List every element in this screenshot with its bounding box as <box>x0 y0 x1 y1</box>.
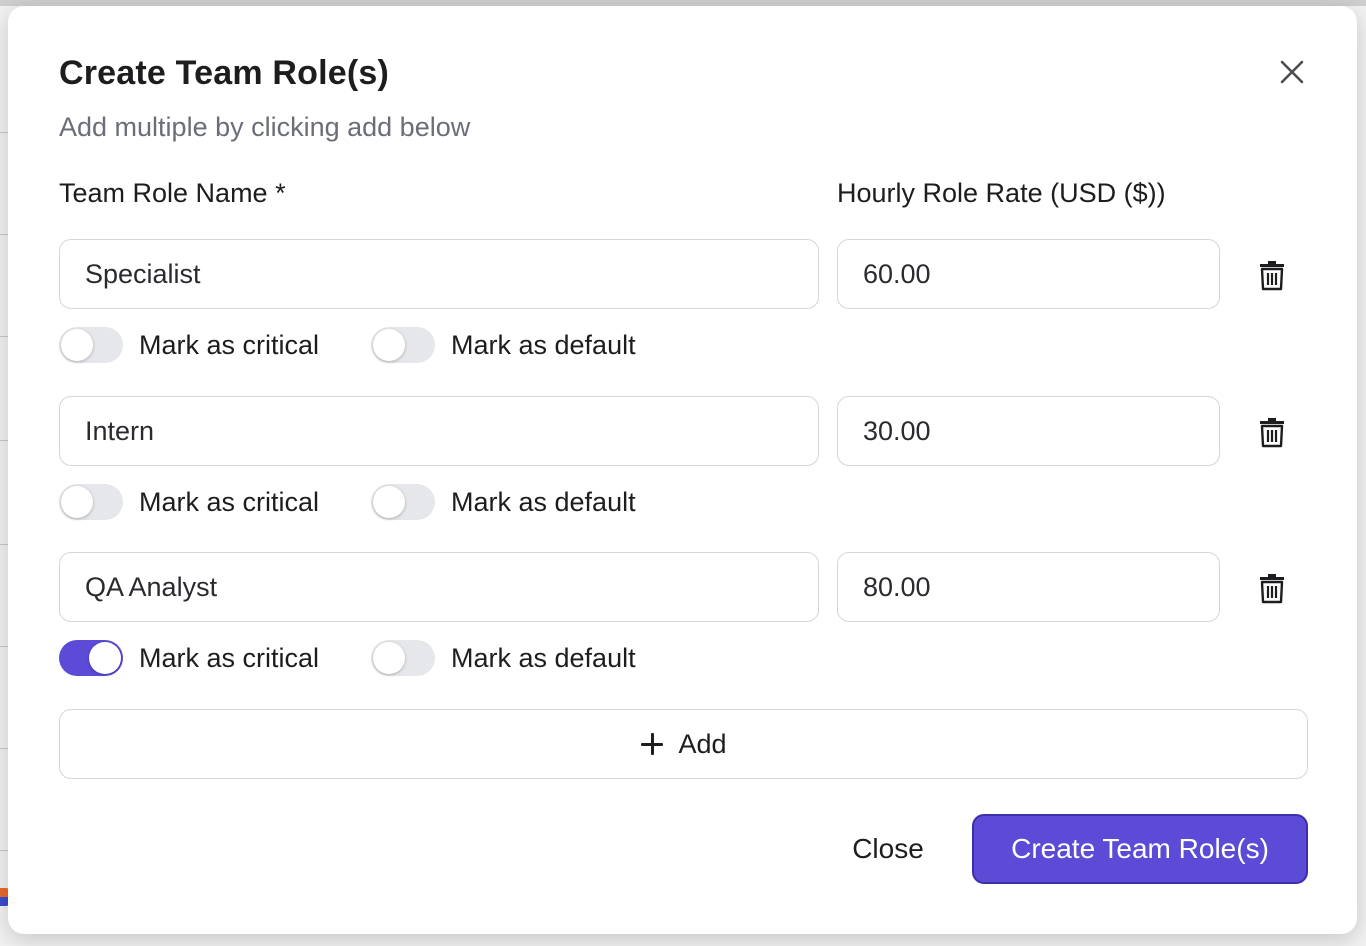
role-row: QA Analyst 80.00 Mark as critical Mark a… <box>8 552 1357 692</box>
toggle-knob <box>89 642 121 674</box>
create-team-role-modal: Create Team Role(s) Add multiple by clic… <box>8 6 1357 934</box>
toggle-knob <box>373 642 405 674</box>
trash-icon[interactable] <box>1258 416 1286 448</box>
plus-icon <box>640 732 664 756</box>
critical-toggle-label: Mark as critical <box>139 643 320 673</box>
default-toggle[interactable] <box>371 640 435 676</box>
default-toggle[interactable] <box>371 327 435 363</box>
role-name-input[interactable]: Intern <box>59 396 819 466</box>
critical-toggle[interactable] <box>59 327 123 363</box>
hourly-rate-label: Hourly Role Rate (USD ($)) <box>837 178 1166 208</box>
default-toggle[interactable] <box>371 484 435 520</box>
close-icon[interactable] <box>1276 56 1308 88</box>
default-toggle-label: Mark as default <box>451 643 636 673</box>
role-row: Intern 30.00 Mark as critical Mark as de… <box>8 396 1357 536</box>
role-rate-input[interactable]: 60.00 <box>837 239 1220 309</box>
toggle-knob <box>373 329 405 361</box>
modal-subtitle: Add multiple by clicking add below <box>59 112 471 142</box>
trash-icon[interactable] <box>1258 572 1286 604</box>
add-button-label: Add <box>678 728 727 759</box>
role-rate-input[interactable]: 30.00 <box>837 396 1220 466</box>
trash-icon[interactable] <box>1258 259 1286 291</box>
add-role-button[interactable]: Add <box>59 709 1308 779</box>
critical-toggle[interactable] <box>59 640 123 676</box>
toggle-knob <box>373 486 405 518</box>
team-role-name-label: Team Role Name * <box>59 178 286 208</box>
critical-toggle-label: Mark as critical <box>139 487 320 517</box>
create-team-roles-button[interactable]: Create Team Role(s) <box>972 814 1308 884</box>
toggle-knob <box>61 329 93 361</box>
role-name-input[interactable]: Specialist <box>59 239 819 309</box>
critical-toggle[interactable] <box>59 484 123 520</box>
close-button[interactable]: Close <box>833 814 943 884</box>
default-toggle-label: Mark as default <box>451 330 636 360</box>
critical-toggle-label: Mark as critical <box>139 330 320 360</box>
modal-title: Create Team Role(s) <box>59 54 390 92</box>
toggle-knob <box>61 486 93 518</box>
role-name-input[interactable]: QA Analyst <box>59 552 819 622</box>
role-rate-input[interactable]: 80.00 <box>837 552 1220 622</box>
default-toggle-label: Mark as default <box>451 487 636 517</box>
role-row: Specialist 60.00 Mark as critical Mark a… <box>8 239 1357 379</box>
